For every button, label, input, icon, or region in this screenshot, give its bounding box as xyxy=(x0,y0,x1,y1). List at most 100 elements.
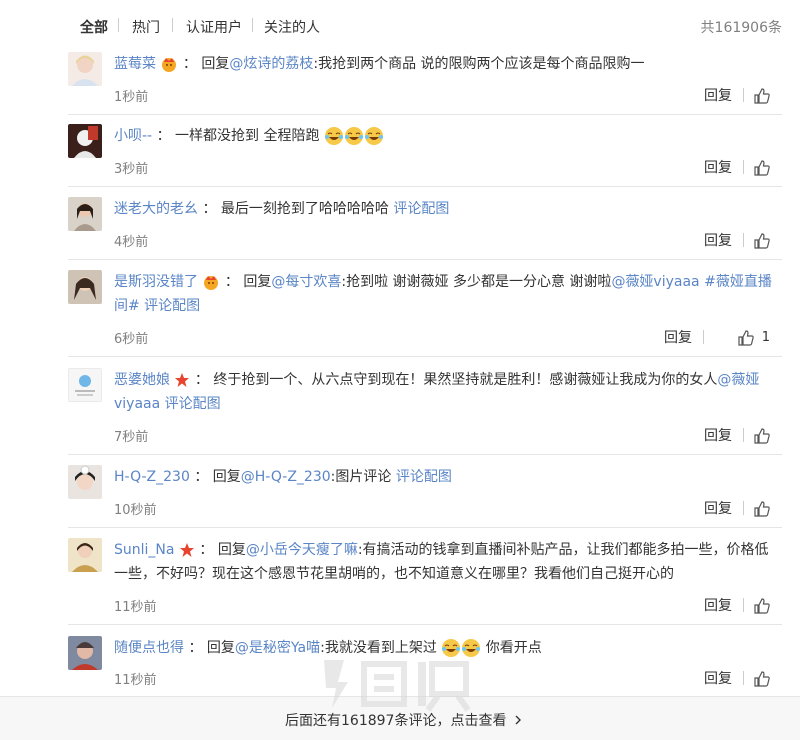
laugh-cry-emoji-icon xyxy=(364,127,383,145)
comment-time: 11秒前 xyxy=(114,600,157,615)
reply-button[interactable]: 回复 xyxy=(704,425,732,445)
comment-text: 回复 xyxy=(217,542,246,558)
image-link[interactable]: 评论配图 xyxy=(160,396,221,412)
mention-link[interactable]: @是秘密Ya喵 xyxy=(235,640,320,656)
comment-text: 回复 xyxy=(212,469,241,485)
comment-panel: 全部 热门 认证用户 关注的人 共161906条 蓝莓菜 ： 回复@炫诗的荔枝:… xyxy=(0,0,800,740)
comment-body: 蓝莓菜 ： 回复@炫诗的荔枝:我抢到两个商品 说的限购两个应该是每个商品限购一 xyxy=(114,56,645,72)
comment-time: 4秒前 xyxy=(114,235,149,250)
comment-item: 蓝莓菜 ： 回复@炫诗的荔枝:我抢到两个商品 说的限购两个应该是每个商品限购一 … xyxy=(68,52,782,115)
comment-username[interactable]: 随便点也得 xyxy=(114,640,184,656)
image-link[interactable]: 评论配图 xyxy=(393,201,449,217)
comment-text: :有搞活动的钱拿到直播间补贴产品，让我们都能多拍一些，价格低一些，不好吗？现在这… xyxy=(114,542,769,582)
comment-item: 随便点也得 ： 回复@是秘密Ya喵:我就没看到上架过 你看开点 11秒前 回复 xyxy=(68,636,782,696)
avatar[interactable] xyxy=(68,368,102,402)
comment-text: 回复 xyxy=(243,274,272,290)
reply-button[interactable]: 回复 xyxy=(704,85,732,105)
reply-button[interactable]: 回复 xyxy=(704,498,732,518)
reply-button[interactable]: 回复 xyxy=(704,595,732,615)
comment-text: :我就没看到上架过 xyxy=(320,640,437,656)
comment-item: 恶婆她娘 ： 终于抢到一个、从六点守到现在！果然坚持就是胜利！感谢薇娅让我成为你… xyxy=(68,368,782,455)
comment-item: H-Q-Z_230 ： 回复@H-Q-Z_230:图片评论 评论配图 10秒前 … xyxy=(68,465,782,528)
action-divider xyxy=(743,88,744,102)
laugh-cry-emoji-icon xyxy=(462,639,481,657)
like-count: 1 xyxy=(761,330,770,345)
mention-link[interactable]: @H-Q-Z_230 xyxy=(241,469,331,485)
filter-tabs: 全部 热门 认证用户 关注的人 共161906条 xyxy=(68,8,782,42)
comment-item: Sunli_Na ： 回复@小岳今天瘦了嘛:有搞活动的钱拿到直播间补贴产品，让我… xyxy=(68,538,782,625)
avatar[interactable] xyxy=(68,636,102,670)
tab-all[interactable]: 全部 xyxy=(80,17,108,37)
avatar[interactable] xyxy=(68,52,102,86)
comment-username[interactable]: 小呗-- xyxy=(114,128,152,144)
action-divider xyxy=(743,428,744,442)
reply-button[interactable]: 回复 xyxy=(704,157,732,177)
thumbs-up-icon[interactable] xyxy=(754,88,770,104)
action-divider xyxy=(743,233,744,247)
reply-button[interactable]: 回复 xyxy=(704,668,732,688)
laugh-cry-emoji-icon xyxy=(324,127,343,145)
mention-link[interactable]: @薇娅viyaaa xyxy=(611,274,699,290)
comment-text: 终于抢到一个、从六点守到现在！果然坚持就是胜利！感谢薇娅让我成为你的女人 xyxy=(213,372,718,388)
thumbs-up-icon[interactable] xyxy=(754,598,770,614)
avatar[interactable] xyxy=(68,197,102,231)
comment-text: 回复 xyxy=(206,640,235,656)
comment-time: 10秒前 xyxy=(114,503,157,518)
load-more-link[interactable]: 后面还有161897条评论，点击查看 xyxy=(285,710,522,730)
comment-text: 回复 xyxy=(201,56,230,72)
thumbs-up-icon[interactable] xyxy=(754,428,770,444)
divider xyxy=(68,114,782,115)
load-more-bar: 后面还有161897条评论，点击查看 xyxy=(0,696,800,740)
comment-body: 迷老大的老幺 ： 最后一刻抢到了哈哈哈哈哈 评论配图 xyxy=(114,201,450,217)
image-link[interactable]: 评论配图 xyxy=(396,469,452,485)
comment-body: H-Q-Z_230 ： 回复@H-Q-Z_230:图片评论 评论配图 xyxy=(114,469,452,485)
avatar[interactable] xyxy=(68,538,102,572)
divider xyxy=(68,454,782,455)
crown-badge-icon xyxy=(204,276,219,290)
laugh-cry-emoji-icon xyxy=(442,639,461,657)
mention-link[interactable]: @炫诗的荔枝 xyxy=(229,56,313,72)
tab-divider xyxy=(118,18,119,32)
comment-username[interactable]: H-Q-Z_230 xyxy=(114,469,190,485)
comment-body: 随便点也得 ： 回复@是秘密Ya喵:我就没看到上架过 你看开点 xyxy=(114,639,542,657)
comment-body: 是斯羽没错了 ： 回复@每寸欢喜:抢到啦 谢谢薇娅 多少都是一分心意 谢谢啦@薇… xyxy=(114,274,772,314)
comment-time: 3秒前 xyxy=(114,162,149,177)
comment-item: 小呗-- ： 一样都没抢到 全程陪跑 3秒前 回复 xyxy=(68,124,782,187)
comment-text: :抢到啦 谢谢薇娅 多少都是一分心意 谢谢啦 xyxy=(341,274,612,290)
comment-username[interactable]: 是斯羽没错了 xyxy=(114,274,198,290)
avatar[interactable] xyxy=(68,124,102,158)
comment-username[interactable]: 迷老大的老幺 xyxy=(114,201,198,217)
divider xyxy=(68,186,782,187)
comment-username[interactable]: Sunli_Na xyxy=(114,542,174,558)
crown-badge-icon xyxy=(162,58,177,72)
tab-verified[interactable]: 认证用户 xyxy=(186,17,242,37)
image-link[interactable]: 评论配图 xyxy=(140,298,200,314)
comment-time: 11秒前 xyxy=(114,673,157,688)
divider xyxy=(68,356,782,357)
reply-button[interactable]: 回复 xyxy=(704,230,732,250)
laugh-cry-emoji-icon xyxy=(344,127,363,145)
thumbs-up-icon[interactable] xyxy=(754,671,770,687)
tab-hot[interactable]: 热门 xyxy=(132,17,160,37)
reply-button[interactable]: 回复 xyxy=(664,327,692,347)
mention-link[interactable]: @小岳今天瘦了嘛 xyxy=(246,542,358,558)
comment-body: Sunli_Na ： 回复@小岳今天瘦了嘛:有搞活动的钱拿到直播间补贴产品，让我… xyxy=(114,542,769,582)
comment-username[interactable]: 蓝莓菜 xyxy=(114,56,156,72)
comment-username[interactable]: 恶婆她娘 xyxy=(114,372,170,388)
action-divider xyxy=(743,598,744,612)
action-divider xyxy=(703,330,704,344)
thumbs-up-icon[interactable] xyxy=(738,330,754,346)
thumbs-up-icon[interactable] xyxy=(754,501,770,517)
comment-text: 一样都没抢到 全程陪跑 xyxy=(175,128,320,144)
thumbs-up-icon[interactable] xyxy=(754,233,770,249)
comment-item: 是斯羽没错了 ： 回复@每寸欢喜:抢到啦 谢谢薇娅 多少都是一分心意 谢谢啦@薇… xyxy=(68,270,782,357)
mention-link[interactable]: @每寸欢喜 xyxy=(271,274,341,290)
star-badge-icon xyxy=(175,373,190,387)
comment-item: 迷老大的老幺 ： 最后一刻抢到了哈哈哈哈哈 评论配图 4秒前 回复 xyxy=(68,197,782,260)
divider xyxy=(68,624,782,625)
tab-following[interactable]: 关注的人 xyxy=(264,17,320,37)
avatar[interactable] xyxy=(68,465,102,499)
thumbs-up-icon[interactable] xyxy=(754,160,770,176)
avatar[interactable] xyxy=(68,270,102,304)
comment-time: 6秒前 xyxy=(114,332,149,347)
